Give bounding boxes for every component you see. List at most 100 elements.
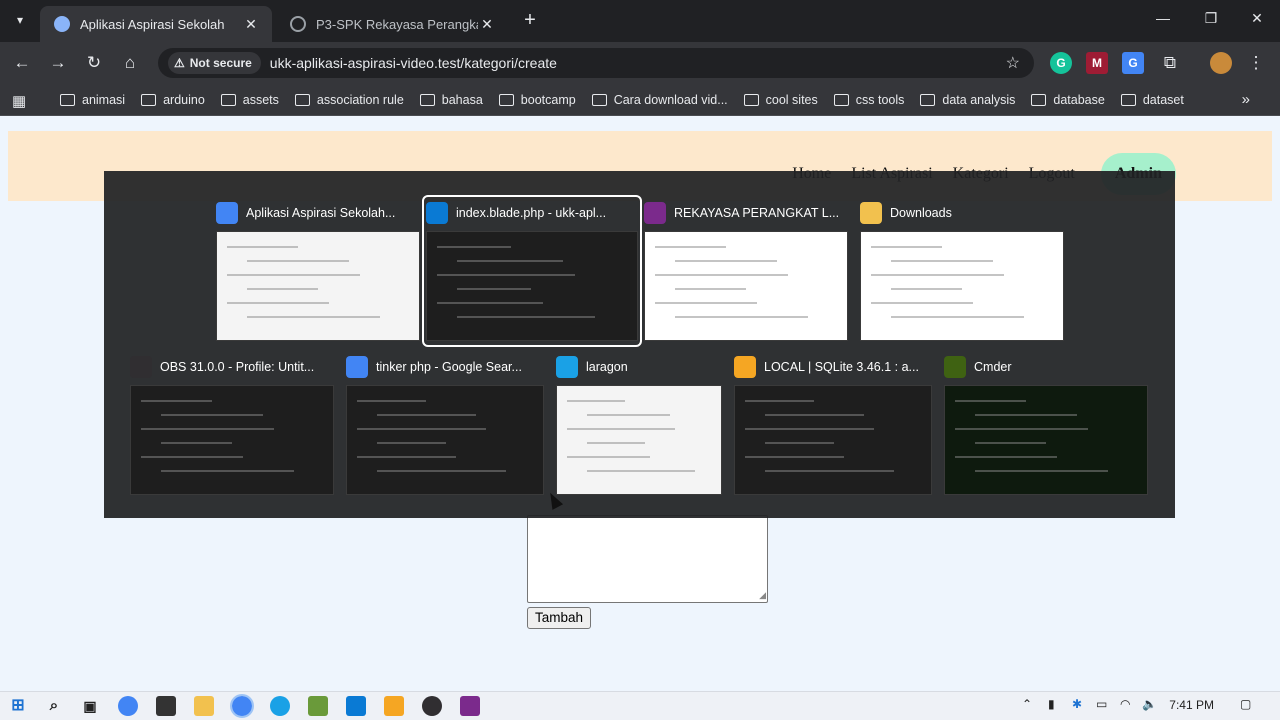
- switcher-window[interactable]: index.blade.php - ukk-apl...: [422, 195, 642, 347]
- switcher-window[interactable]: laragon: [556, 353, 722, 497]
- wifi-icon[interactable]: ◠: [1120, 697, 1130, 711]
- bookmark-item[interactable]: data analysis: [920, 93, 1015, 107]
- profile-avatar[interactable]: [1210, 52, 1232, 74]
- winrar-icon: [644, 202, 666, 224]
- switcher-window-thumbnail: [426, 231, 638, 341]
- bookmark-item[interactable]: dataset: [1120, 93, 1184, 107]
- resize-grip-icon[interactable]: ◢: [759, 590, 766, 601]
- search-icon[interactable]: ⌕: [44, 696, 64, 716]
- thumbnail-detail: [457, 260, 563, 262]
- switcher-window-thumbnail: [130, 385, 334, 495]
- file-explorer-icon[interactable]: [194, 696, 214, 716]
- new-tab-button[interactable]: +: [518, 9, 542, 33]
- address-bar[interactable]: ⚠ Not secure ukk-aplikasi-aspirasi-video…: [158, 48, 1034, 78]
- tab-active[interactable]: Aplikasi Aspirasi Sekolah ✕: [40, 6, 272, 42]
- close-icon[interactable]: ✕: [242, 16, 260, 33]
- folder-icon: [1120, 94, 1136, 106]
- bluetooth-icon[interactable]: ✱: [1072, 697, 1082, 711]
- bookmark-item[interactable]: animasi: [60, 93, 125, 107]
- bookmark-item[interactable]: database: [1031, 93, 1105, 107]
- translate-icon[interactable]: G: [1122, 52, 1144, 74]
- heidisql-icon[interactable]: [384, 696, 404, 716]
- folder-icon: [591, 94, 607, 106]
- volume-icon[interactable]: 🔈: [1142, 697, 1157, 711]
- bookmark-item[interactable]: assets: [220, 93, 279, 107]
- bookmark-item[interactable]: association rule: [294, 93, 404, 107]
- thumbnail-detail: [141, 456, 243, 458]
- clock[interactable]: 7:41 PM: [1169, 698, 1214, 712]
- switcher-window[interactable]: Cmder: [944, 353, 1148, 497]
- close-window-button[interactable]: ✕: [1242, 10, 1272, 27]
- extensions-puzzle-icon[interactable]: ⧉: [1158, 52, 1182, 74]
- winrar-icon[interactable]: [460, 696, 480, 716]
- bookmark-label: css tools: [855, 93, 905, 107]
- thumbnail-detail: [765, 442, 835, 444]
- chrome-active-icon[interactable]: [230, 694, 254, 718]
- task-view-icon[interactable]: ▣: [80, 696, 100, 716]
- usb-icon[interactable]: ▮: [1048, 697, 1055, 711]
- switcher-window-label: OBS 31.0.0 - Profile: Untit...: [160, 360, 315, 374]
- mendeley-icon[interactable]: M: [1086, 52, 1108, 74]
- minimize-button[interactable]: —: [1148, 10, 1178, 26]
- start-icon[interactable]: ⊞: [8, 696, 28, 716]
- switcher-window[interactable]: REKAYASA PERANGKAT L...: [644, 199, 848, 343]
- kategori-textarea[interactable]: ◢: [527, 515, 768, 603]
- back-button[interactable]: ←: [10, 52, 34, 74]
- restore-button[interactable]: ❐: [1196, 10, 1226, 27]
- bookmark-list: animasi arduino assets association rule baha…: [60, 84, 1200, 116]
- thumbnail-detail: [437, 246, 512, 248]
- thumbnail-detail: [161, 414, 263, 416]
- tambah-button[interactable]: Tambah: [527, 607, 591, 629]
- laragon-icon[interactable]: [270, 696, 290, 716]
- switcher-window[interactable]: OBS 31.0.0 - Profile: Untit...: [130, 353, 334, 497]
- switcher-window[interactable]: tinker php - Google Sear...: [346, 353, 544, 497]
- switcher-window-label: Cmder: [974, 360, 1012, 374]
- bookmark-item[interactable]: cool sites: [743, 93, 818, 107]
- chrome-icon[interactable]: [118, 696, 138, 716]
- bookmark-item[interactable]: arduino: [141, 93, 205, 107]
- obs-icon[interactable]: [422, 696, 442, 716]
- url-text[interactable]: ukk-aplikasi-aspirasi-video.test/kategor…: [270, 55, 557, 71]
- thumbnail-detail: [141, 428, 274, 430]
- chrome-icon: [346, 356, 368, 378]
- switcher-window-thumbnail: [346, 385, 544, 495]
- security-indicator[interactable]: ⚠ Not secure: [168, 52, 261, 74]
- tab-title: P3-SPK Rekayasa Perangkat Lun: [316, 16, 478, 32]
- thumbnail-detail: [567, 428, 675, 430]
- thumbnail-detail: [871, 274, 1004, 276]
- switcher-window-label: REKAYASA PERANGKAT L...: [674, 206, 840, 220]
- tab-inactive[interactable]: P3-SPK Rekayasa Perangkat Lun ✕: [276, 6, 508, 42]
- notification-icon[interactable]: ▢: [1240, 697, 1251, 711]
- menu-kebab-icon[interactable]: ⋮: [1244, 52, 1268, 74]
- switcher-window[interactable]: Aplikasi Aspirasi Sekolah...: [216, 199, 420, 343]
- chevron-right-icon[interactable]: »: [1242, 91, 1250, 108]
- home-icon[interactable]: ⌂: [118, 52, 142, 74]
- tab-strip: ▾ Aplikasi Aspirasi Sekolah ✕ P3-SPK Rek…: [0, 0, 1280, 42]
- chevron-up-icon[interactable]: ⌃: [1022, 697, 1032, 711]
- app-icon[interactable]: [308, 696, 328, 716]
- bookmark-label: bootcamp: [520, 93, 576, 107]
- folder-icon: [60, 94, 75, 106]
- bookmark-item[interactable]: bahasa: [419, 93, 483, 107]
- editor-icon[interactable]: [156, 696, 176, 716]
- bookmark-item[interactable]: bootcamp: [498, 93, 576, 107]
- switcher-window[interactable]: Downloads: [860, 199, 1064, 343]
- switcher-window[interactable]: LOCAL | SQLite 3.46.1 : a...: [734, 353, 932, 497]
- thumbnail-detail: [141, 400, 213, 402]
- obs-icon: [130, 356, 152, 378]
- bookmark-star-icon[interactable]: ☆: [1006, 53, 1020, 73]
- close-icon[interactable]: ✕: [478, 16, 496, 33]
- thumbnail-detail: [891, 288, 963, 290]
- tab-search-button[interactable]: ▾: [8, 8, 32, 32]
- reload-button[interactable]: ↻: [82, 52, 106, 74]
- grammarly-icon[interactable]: G: [1050, 52, 1072, 74]
- battery-icon[interactable]: ▭: [1096, 697, 1107, 711]
- thumbnail-detail: [675, 288, 747, 290]
- forward-button[interactable]: →: [46, 52, 70, 74]
- bookmark-item[interactable]: css tools: [833, 93, 905, 107]
- thumbnail-detail: [891, 316, 1024, 318]
- vscode-icon[interactable]: [346, 696, 366, 716]
- bookmark-item[interactable]: Cara download vid...: [591, 93, 728, 107]
- thumbnail-detail: [955, 400, 1027, 402]
- apps-grid-icon[interactable]: ▦: [12, 92, 26, 110]
